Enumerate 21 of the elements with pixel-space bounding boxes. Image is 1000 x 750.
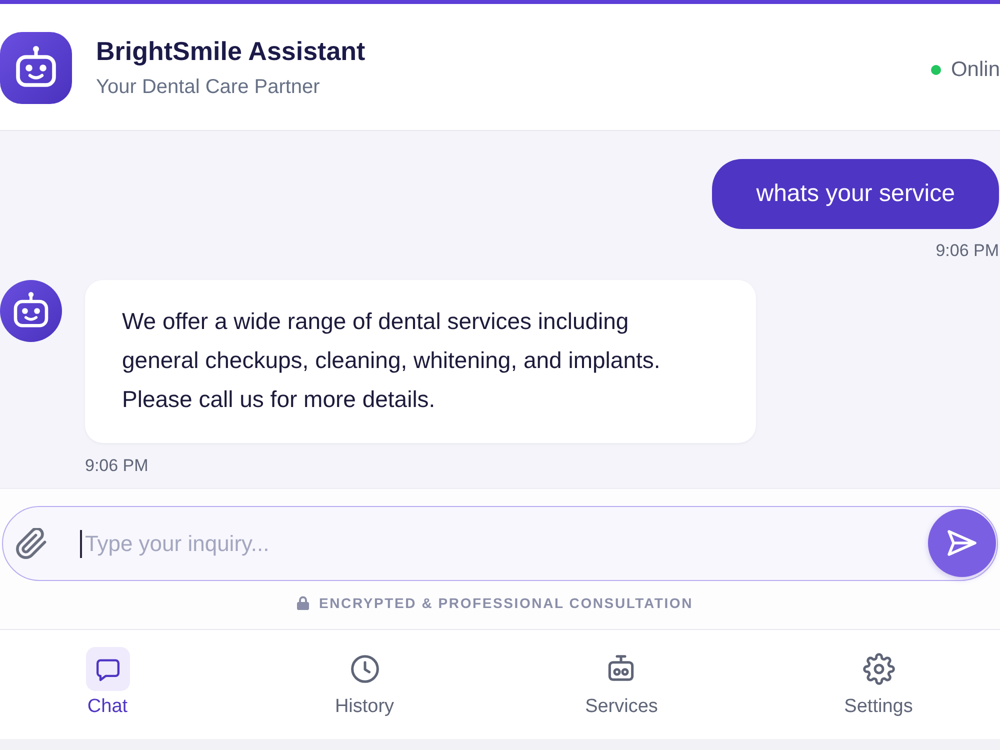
attach-button[interactable] bbox=[16, 528, 47, 559]
bot-message-bubble: We offer a wide range of dental services including general checkups, cleaning, whitening, and implants. Please call us for more details. bbox=[85, 280, 756, 443]
nav-tab[interactable]: Settings bbox=[844, 647, 913, 719]
assistant-tagline: Your Dental Care Partner bbox=[96, 76, 321, 98]
status-label: Onlin bbox=[950, 58, 1000, 82]
nav-tab[interactable]: History bbox=[334, 647, 394, 719]
nav-tab[interactable]: Chat bbox=[86, 647, 130, 719]
clock-icon bbox=[348, 653, 380, 685]
message-time: 9:06 PM bbox=[85, 456, 148, 476]
send-icon bbox=[947, 530, 977, 556]
user-message-bubble: whats your service bbox=[712, 159, 999, 229]
message-input[interactable]: Type your inquiry... bbox=[2, 506, 998, 581]
message-time: 9:06 PM bbox=[936, 241, 999, 261]
lock-icon bbox=[296, 596, 309, 610]
chat-bubble-icon bbox=[86, 647, 130, 691]
text-cursor-icon bbox=[80, 530, 82, 558]
nav-tab[interactable]: Services bbox=[585, 647, 658, 719]
paperclip-icon bbox=[16, 528, 47, 559]
assistant-name: BrightSmile Assistant bbox=[96, 36, 366, 66]
settings-icon bbox=[862, 653, 894, 685]
security-notice: ENCRYPTED & PROFESSIONAL CONSULTATION bbox=[318, 595, 693, 611]
